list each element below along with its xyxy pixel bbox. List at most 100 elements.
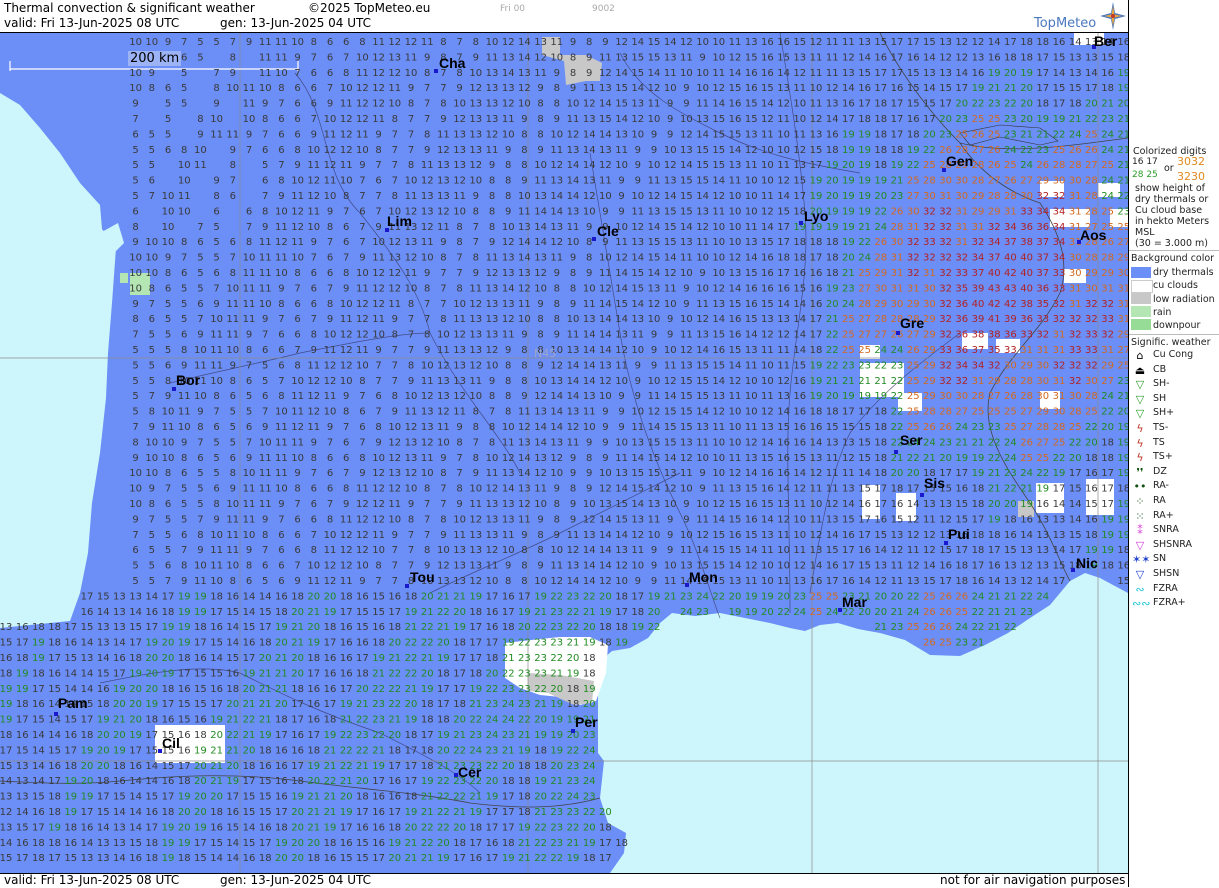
thermal-digit: 27 <box>1036 437 1049 448</box>
thermal-digit: 19 <box>145 699 158 710</box>
city-pam[interactable]: Pam <box>58 695 88 711</box>
thermal-digit: 8 <box>473 206 479 217</box>
thermal-digit: 12 <box>388 37 401 48</box>
city-lim[interactable]: Lim <box>387 213 412 229</box>
thermal-digit: 16 <box>194 653 207 664</box>
thermal-digit: 32 <box>988 222 1001 233</box>
city-mar[interactable]: Mar <box>842 594 867 610</box>
thermal-digit: 6 <box>311 299 317 310</box>
thermal-digit: 12 <box>291 422 304 433</box>
thermal-digit: 14 <box>793 314 806 325</box>
thermal-digit: 16 <box>1004 530 1017 541</box>
thermal-digit: 32 <box>1069 376 1082 387</box>
thermal-digit: 14 <box>129 607 142 618</box>
thermal-digit: 18 <box>826 237 839 248</box>
thermal-digit: 16 <box>793 422 806 433</box>
thermal-digit: 9 <box>570 499 576 510</box>
thermal-digit: 11 <box>631 206 644 217</box>
thermal-digit: 14 <box>615 283 628 294</box>
thermal-digit: 18 <box>518 776 531 787</box>
thermal-digit: 15 <box>810 145 823 156</box>
thermal-digit: 11 <box>243 514 256 525</box>
thermal-digit: 17 <box>891 129 904 140</box>
city-gre[interactable]: Gre <box>900 315 924 331</box>
thermal-digit: 5 <box>149 576 155 587</box>
thermal-digit: 11 <box>210 360 223 371</box>
thermal-digit: 11 <box>243 83 256 94</box>
thermal-digit: 21 <box>388 653 401 664</box>
thermal-digit: 10 <box>761 160 774 171</box>
city-per[interactable]: Per <box>575 714 598 730</box>
thermal-digit: 20 <box>826 299 839 310</box>
city-aos[interactable]: Aos <box>1080 227 1106 243</box>
thermal-digit: 5 <box>132 561 138 572</box>
thermal-digit: 15 <box>48 684 61 695</box>
thermal-digit: 9 <box>456 83 462 94</box>
thermal-digit: 12 <box>729 468 742 479</box>
thermal-digit: 21 <box>405 838 418 849</box>
thermal-digit: 17 <box>81 807 94 818</box>
city-ser[interactable]: Ser <box>900 432 923 448</box>
city-gen[interactable]: Gen <box>946 153 973 169</box>
thermal-digit: 16 <box>16 730 29 741</box>
thermal-digit: 11 <box>405 407 418 418</box>
thermal-digit: 6 <box>262 391 268 402</box>
city-lyo[interactable]: Lyo <box>804 208 828 224</box>
thermal-digit: 31 <box>907 222 920 233</box>
city-cle[interactable]: Cle <box>597 223 619 239</box>
thermal-digit: 12 <box>891 545 904 556</box>
thermal-digit: 5 <box>149 561 155 572</box>
city-sis[interactable]: Sis <box>924 475 945 491</box>
city-pui[interactable]: Pui <box>948 526 970 542</box>
thermal-digit: 12 <box>518 283 531 294</box>
thermal-digit: 13 <box>761 530 774 541</box>
thermal-digit: 13 <box>923 499 936 510</box>
city-tou[interactable]: Tou <box>410 569 435 585</box>
thermal-digit: 16 <box>745 283 758 294</box>
thermal-digit: 12 <box>421 391 434 402</box>
city-cil[interactable]: Cil <box>162 735 180 751</box>
thermal-digit: 19 <box>810 176 823 187</box>
thermal-digit: 15 <box>696 160 709 171</box>
thermal-digit: 25 <box>955 607 968 618</box>
thermal-digit: 14 <box>518 453 531 464</box>
thermal-digit: 11 <box>793 499 806 510</box>
footer-gen: gen: 13-Jun-2025 04 UTC <box>220 873 371 887</box>
thermal-digit: 12 <box>437 360 450 371</box>
thermal-digit: 13 <box>518 437 531 448</box>
thermal-digit: 9 <box>359 160 365 171</box>
logo-icon <box>1100 2 1126 33</box>
thermal-digit: 9 <box>278 191 284 202</box>
legend-bg-label: downpour <box>1153 320 1200 331</box>
thermal-digit: 10 <box>145 437 158 448</box>
thermal-digit: 26 <box>923 622 936 633</box>
thermal-digit: 19 <box>842 145 855 156</box>
thermal-digit: 10 <box>372 453 385 464</box>
thermal-digit: 20 <box>129 699 142 710</box>
thermal-digit: 15 <box>48 745 61 756</box>
thermal-digit: 8 <box>375 422 381 433</box>
forecast-map[interactable]: 10 10 9 7 5 5 7 9 11 11 10 8 6 6 8 11 12 12 11 8 7 8 10 12 14 13 1… <box>0 33 1128 873</box>
city-ber[interactable]: Ber <box>1094 33 1117 49</box>
thermal-digit: 12 <box>599 160 612 171</box>
thermal-digit: 10 <box>226 283 239 294</box>
thermal-digit: 14 <box>502 484 515 495</box>
thermal-digit: 19 <box>842 176 855 187</box>
thermal-digit: 10 <box>437 437 450 448</box>
thermal-digit: 12 <box>810 114 823 125</box>
thermal-digit: 15 <box>178 715 191 726</box>
thermal-digit: 11 <box>793 545 806 556</box>
city-bor[interactable]: Bor <box>176 372 200 388</box>
city-cer[interactable]: Cer <box>458 764 481 780</box>
thermal-digit: 16 <box>907 52 920 63</box>
thermal-digit: 29 <box>988 376 1001 387</box>
thermal-digit: 14 <box>664 391 677 402</box>
city-cha[interactable]: Cha <box>439 55 465 71</box>
thermal-digit: 16 <box>81 822 94 833</box>
thermal-digit: 18 <box>469 822 482 833</box>
city-mon[interactable]: Mon <box>689 569 718 585</box>
thermal-digit: 14 <box>615 114 628 125</box>
map-header: Thermal convection & significant weather… <box>0 0 1128 33</box>
city-nic[interactable]: Nic <box>1076 555 1098 571</box>
thermal-digit: 22 <box>356 715 369 726</box>
